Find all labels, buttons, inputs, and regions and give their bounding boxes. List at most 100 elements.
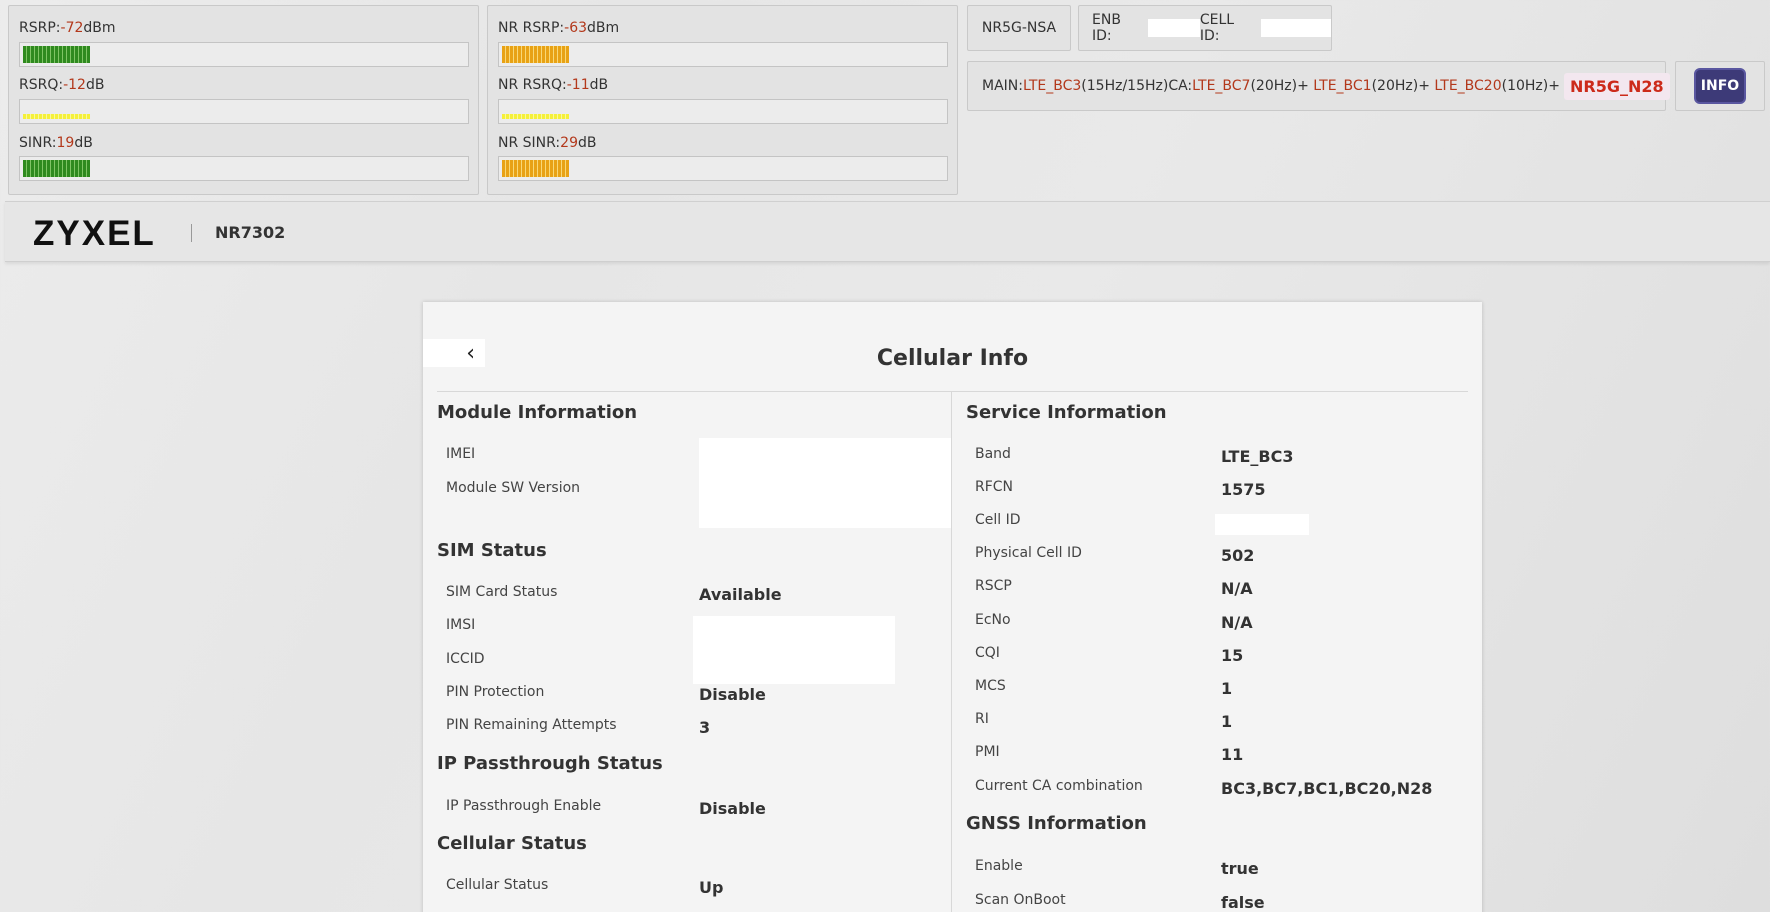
model-name: NR7302 bbox=[215, 223, 286, 242]
network-mode-box: NR5G-NSA bbox=[967, 5, 1071, 51]
ca-bandwidth: (20Hz) bbox=[1250, 78, 1298, 94]
network-mode: NR5G-NSA bbox=[981, 20, 1057, 36]
ca-separator: + bbox=[1548, 78, 1560, 94]
service-info-title: Service Information bbox=[966, 402, 1167, 423]
cqi-value: 15 bbox=[1221, 646, 1244, 665]
nr-rsrp-bar-fill bbox=[502, 46, 570, 63]
rsrq-label: RSRQ:-12dB bbox=[19, 77, 105, 93]
sim-status-title: SIM Status bbox=[437, 540, 547, 561]
cqi-label: CQI bbox=[975, 645, 1000, 661]
cellular-status-title: Cellular Status bbox=[437, 833, 587, 854]
nr-band-badge: NR5G_N28 bbox=[1563, 72, 1670, 100]
sim-card-status-label: SIM Card Status bbox=[446, 584, 558, 600]
cell-id-row-label: Cell ID bbox=[975, 512, 1021, 528]
module-info-title: Module Information bbox=[437, 402, 638, 423]
ca-band: LTE_BC20 bbox=[1434, 78, 1502, 94]
scan-onboot-label: Scan OnBoot bbox=[975, 892, 1066, 908]
ca-separator: + bbox=[1297, 78, 1309, 94]
band-value: LTE_BC3 bbox=[1221, 447, 1294, 466]
carrier-aggregation-box: MAIN: LTE_BC3 (15Hz/15Hz) CA: LTE_BC7 (20H… bbox=[967, 61, 1670, 111]
scan-onboot-value: false bbox=[1221, 893, 1265, 912]
ip-passthrough-enable-value: Disable bbox=[699, 799, 766, 818]
header-bar: ZYXEL NR7302 bbox=[5, 201, 1770, 262]
enb-id-label: ENB ID: bbox=[1092, 12, 1121, 44]
ca-label: CA: bbox=[1168, 78, 1193, 94]
pin-protection-value: Disable bbox=[699, 685, 766, 704]
ca-band: LTE_BC7 bbox=[1192, 78, 1251, 94]
iccid-label: ICCID bbox=[446, 651, 485, 667]
sinr-bar bbox=[19, 156, 469, 181]
module-sw-version-label: Module SW Version bbox=[446, 480, 581, 496]
rscp-value: N/A bbox=[1221, 579, 1253, 598]
rscp-label: RSCP bbox=[975, 578, 1012, 594]
page-title: Cellular Info bbox=[876, 346, 1029, 371]
nr-sinr-label: NR SINR:29dB bbox=[498, 135, 597, 151]
nr-rsrq-label: NR RSRQ:-11dB bbox=[498, 77, 609, 93]
nr-sinr-bar-fill bbox=[502, 160, 570, 177]
ip-passthrough-enable-label: IP Passthrough Enable bbox=[446, 798, 602, 814]
mcs-label: MCS bbox=[975, 678, 1006, 694]
main-band: LTE_BC3 bbox=[1022, 78, 1082, 94]
ecno-value: N/A bbox=[1221, 613, 1253, 632]
rsrp-bar bbox=[19, 42, 469, 67]
imsi-label: IMSI bbox=[446, 617, 476, 633]
pin-remaining-attempts-value: 3 bbox=[699, 718, 711, 737]
zyxel-logo: ZYXEL bbox=[33, 214, 156, 253]
current-ca-combination-label: Current CA combination bbox=[975, 778, 1143, 794]
rsrq-bar bbox=[19, 99, 469, 124]
rsrp-label: RSRP:-72dBm bbox=[19, 20, 116, 36]
current-ca-combination-value: BC3,BC7,BC1,BC20,N28 bbox=[1221, 779, 1433, 798]
pmi-label: PMI bbox=[975, 744, 1000, 760]
rsrq-bar-fill bbox=[23, 114, 91, 119]
cell-id-label: CELL ID: bbox=[1199, 12, 1235, 44]
main-bandwidth: (15Hz/15Hz) bbox=[1081, 78, 1169, 94]
gnss-enable-label: Enable bbox=[975, 858, 1023, 874]
ca-bandwidth: (20Hz) bbox=[1371, 78, 1419, 94]
gnss-enable-value: true bbox=[1221, 859, 1259, 878]
sim-ids-redacted bbox=[693, 616, 895, 684]
nr-rsrq-bar-fill bbox=[502, 114, 570, 119]
rfcn-value: 1575 bbox=[1221, 480, 1266, 499]
ca-bandwidth: (10Hz) bbox=[1501, 78, 1549, 94]
sinr-label: SINR:19dB bbox=[19, 135, 93, 151]
physical-cell-id-label: Physical Cell ID bbox=[975, 545, 1082, 561]
ri-value: 1 bbox=[1221, 712, 1233, 731]
imei-label: IMEI bbox=[446, 446, 476, 462]
cellular-info-card: ‹ Cellular Info Module Information IMEI … bbox=[423, 302, 1482, 912]
module-info-values-redacted bbox=[699, 438, 951, 528]
nr-sinr-bar bbox=[498, 156, 948, 181]
enb-id-value bbox=[1147, 19, 1200, 37]
ri-label: RI bbox=[975, 711, 989, 727]
gnss-info-title: GNSS Information bbox=[966, 813, 1147, 834]
sim-card-status-value: Available bbox=[699, 585, 782, 604]
pin-remaining-attempts-label: PIN Remaining Attempts bbox=[446, 717, 617, 733]
ecno-label: EcNo bbox=[975, 612, 1011, 628]
title-divider bbox=[437, 391, 1468, 392]
sinr-bar-fill bbox=[23, 160, 91, 177]
band-label: Band bbox=[975, 446, 1011, 462]
info-box: INFO bbox=[1675, 61, 1765, 111]
ca-separator: + bbox=[1418, 78, 1430, 94]
cellular-status-value: Up bbox=[699, 878, 724, 897]
nr-rsrp-label: NR RSRP:-63dBm bbox=[498, 20, 620, 36]
info-button[interactable]: INFO bbox=[1694, 68, 1746, 104]
cellular-status-label: Cellular Status bbox=[446, 877, 549, 893]
main-label: MAIN: bbox=[982, 78, 1023, 94]
cell-id-value bbox=[1261, 19, 1331, 37]
nr-signal-panel: NR RSRP:-63dBm NR RSRQ:-11dB NR SINR:29d… bbox=[487, 5, 958, 195]
cell-ids-box: ENB ID: CELL ID: bbox=[1078, 5, 1332, 51]
rfcn-label: RFCN bbox=[975, 479, 1014, 495]
pmi-value: 11 bbox=[1221, 745, 1244, 764]
ip-passthrough-title: IP Passthrough Status bbox=[437, 753, 663, 774]
header-divider bbox=[191, 224, 192, 242]
nr-rsrp-bar bbox=[498, 42, 948, 67]
nr-rsrq-bar bbox=[498, 99, 948, 124]
lte-signal-panel: RSRP:-72dBm RSRQ:-12dB SINR:19dB bbox=[8, 5, 479, 195]
ca-band: LTE_BC1 bbox=[1313, 78, 1372, 94]
cell-id-row-redacted bbox=[1215, 514, 1309, 535]
physical-cell-id-value: 502 bbox=[1221, 546, 1255, 565]
pin-protection-label: PIN Protection bbox=[446, 684, 545, 700]
rsrp-bar-fill bbox=[23, 46, 91, 63]
mcs-value: 1 bbox=[1221, 679, 1233, 698]
column-divider bbox=[951, 392, 952, 912]
